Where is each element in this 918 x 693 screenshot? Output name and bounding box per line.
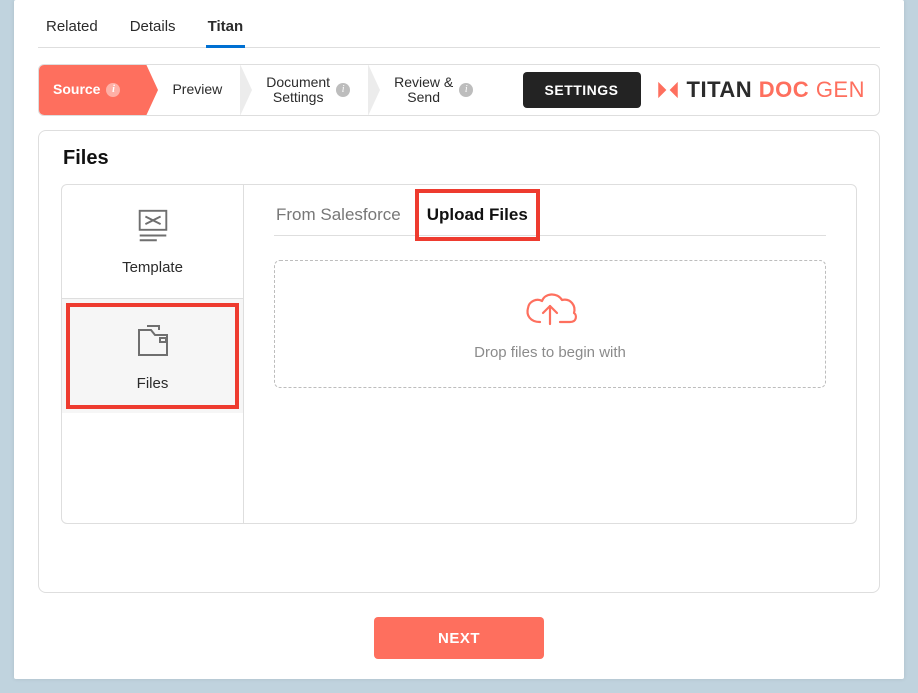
cloud-upload-icon <box>520 288 580 336</box>
brand-titan: TITAN <box>687 77 753 102</box>
subtab-from-salesforce[interactable]: From Salesforce <box>274 195 403 235</box>
titan-logo-icon <box>655 77 681 103</box>
subtab-upload-files[interactable]: Upload Files <box>425 195 530 235</box>
next-button[interactable]: NEXT <box>374 617 544 659</box>
info-icon: i <box>336 83 350 97</box>
step-review-label: Review & Send <box>394 75 453 106</box>
brand-gen: GEN <box>816 77 865 102</box>
template-icon <box>134 207 172 249</box>
settings-button[interactable]: SETTINGS <box>523 72 641 108</box>
tab-related[interactable]: Related <box>44 8 100 47</box>
file-dropzone[interactable]: Drop files to begin with <box>274 260 826 388</box>
sidebar-item-label: Template <box>122 259 183 276</box>
sidebar-item-template[interactable]: Template <box>62 185 243 299</box>
source-sidebar: Template Files <box>62 185 244 523</box>
step-review-send[interactable]: Review & Send i <box>380 65 491 115</box>
info-icon: i <box>459 83 473 97</box>
brand-logo: TITAN DOC GEN <box>655 77 879 103</box>
step-doc-settings-label: Document Settings <box>266 75 330 106</box>
highlight-box <box>66 303 239 409</box>
step-preview-label: Preview <box>172 82 222 97</box>
wizard-steps: Source i Preview Document Settings i Rev… <box>38 64 880 116</box>
brand-text: TITAN DOC GEN <box>687 77 865 103</box>
step-source-label: Source <box>53 82 100 97</box>
dropzone-text: Drop files to begin with <box>474 344 626 361</box>
chevron-icon <box>368 64 380 116</box>
chevron-icon <box>240 64 252 116</box>
step-document-settings[interactable]: Document Settings i <box>252 65 368 115</box>
step-preview[interactable]: Preview <box>158 65 240 115</box>
tab-details[interactable]: Details <box>128 8 178 47</box>
panel-title: Files <box>63 147 857 170</box>
brand-doc: DOC <box>759 77 809 102</box>
step-source[interactable]: Source i <box>39 65 146 115</box>
chevron-icon <box>146 64 158 116</box>
tab-titan[interactable]: Titan <box>206 8 246 47</box>
info-icon: i <box>106 83 120 97</box>
sidebar-item-files[interactable]: Files <box>62 299 243 413</box>
